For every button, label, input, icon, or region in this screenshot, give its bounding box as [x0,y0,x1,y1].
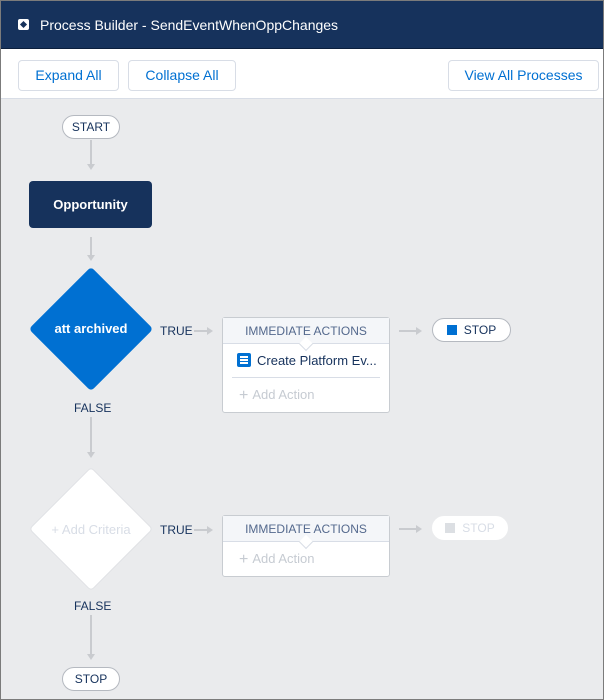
stop-node-inactive: STOP [432,516,508,540]
stop-label: STOP [463,323,497,337]
true-label: TRUE [160,523,193,537]
arrow-down-icon [87,654,95,660]
connector-line [90,237,92,257]
immediate-actions-header: IMMEDIATE ACTIONS [223,516,389,542]
arrow-right-icon [207,327,213,335]
criteria-label: att archived [54,321,128,336]
arrow-down-icon [87,255,95,261]
arrow-down-icon [87,452,95,458]
plus-icon: + [51,522,60,537]
page-title: Process Builder - SendEventWhenOppChange… [40,17,339,33]
expand-all-button[interactable]: Expand All [18,60,119,91]
end-stop-node: STOP [62,667,120,691]
connector-line [90,615,92,655]
action-label: Create Platform Ev... [257,353,377,368]
toolbar: Expand All Collapse All View All Process… [1,49,603,99]
add-action-label: Add Action [252,387,315,402]
true-label: TRUE [160,324,193,338]
stop-label: STOP [462,521,495,535]
arrow-right-icon [416,525,422,533]
connector-line [399,330,417,332]
connector-line [194,330,208,332]
false-label: FALSE [74,599,112,613]
process-builder-window: Process Builder - SendEventWhenOppChange… [0,0,604,700]
list-icon [237,353,251,367]
add-criteria-text: Add Criteria [61,522,131,537]
stop-node: STOP [432,318,511,342]
arrow-down-icon [87,164,95,170]
process-builder-icon [18,19,29,30]
arrow-right-icon [416,327,422,335]
false-label: FALSE [74,401,112,415]
start-node: START [62,115,120,139]
arrow-right-icon [207,526,213,534]
connector-line [194,529,208,531]
connector-line [399,528,417,530]
process-canvas: START Opportunity att archived TRUE IMME… [1,100,603,699]
immediate-actions-header: IMMEDIATE ACTIONS [223,318,389,344]
immediate-actions-box: IMMEDIATE ACTIONS + Add Action [222,515,390,577]
object-node[interactable]: Opportunity [29,181,152,228]
immediate-actions-box: IMMEDIATE ACTIONS Create Platform Ev... … [222,317,390,413]
view-all-processes-button[interactable]: View All Processes [448,60,599,91]
stop-icon [446,325,457,335]
add-action-label: Add Action [252,551,315,566]
connector-line [90,140,92,166]
plus-icon: + [239,551,249,568]
header-bar: Process Builder - SendEventWhenOppChange… [1,1,603,49]
add-criteria-label: + Add Criteria [29,522,153,537]
collapse-all-button[interactable]: Collapse All [128,60,236,91]
connector-line [90,417,92,453]
add-action-button[interactable]: + Add Action [223,378,389,412]
stop-icon [445,523,456,533]
plus-icon: + [239,387,249,404]
